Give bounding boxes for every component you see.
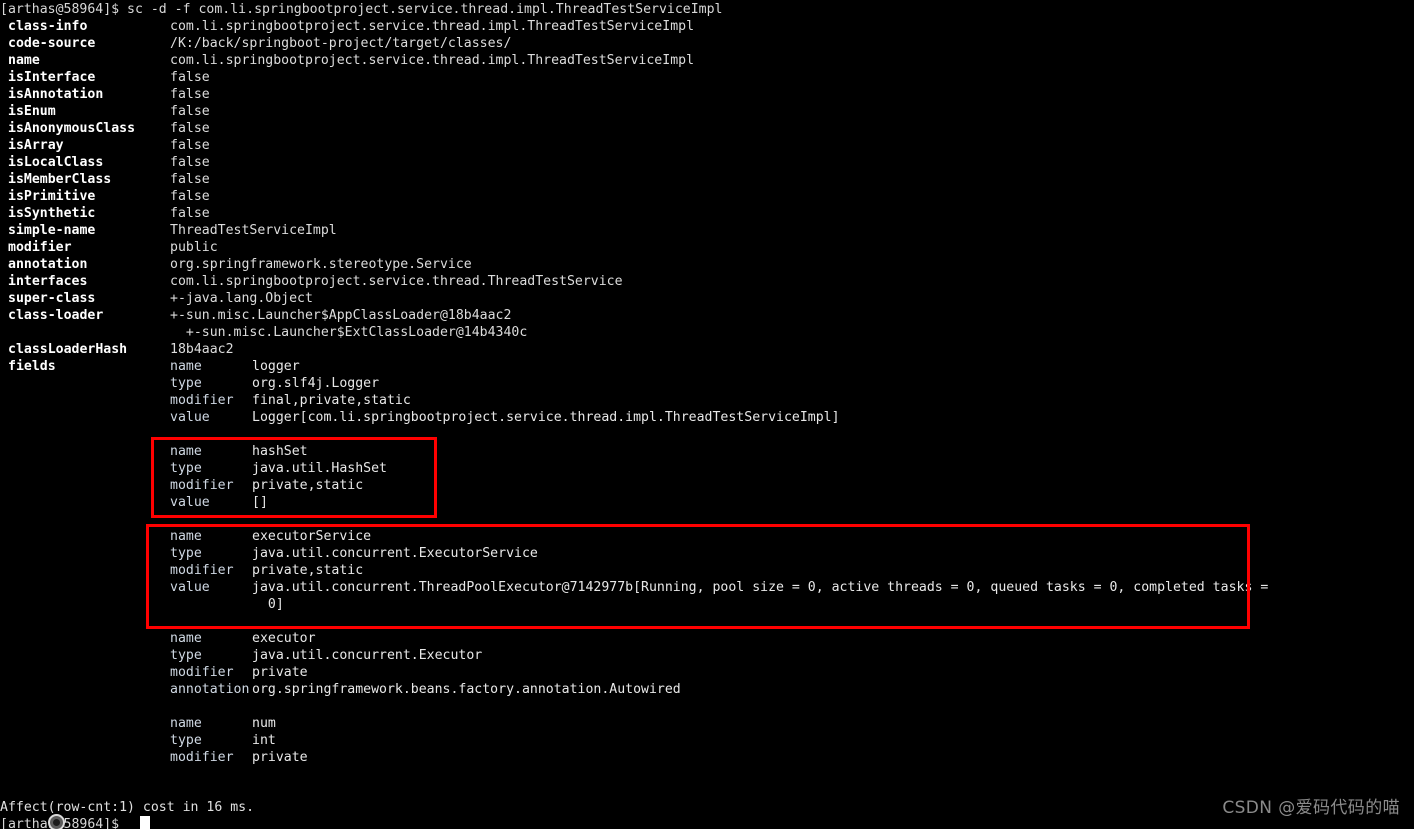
field-value: org.springframework.beans.factory.annota… <box>252 682 681 697</box>
class-info-value: com.li.springbootproject.service.thread.… <box>170 19 695 34</box>
field-key: name <box>170 444 202 459</box>
class-info-value: false <box>170 155 210 170</box>
field-value: private,static <box>252 478 364 493</box>
class-info-value: com.li.springbootproject.service.thread.… <box>170 53 695 68</box>
class-info-key: code-source <box>8 36 96 51</box>
field-key: value <box>170 580 210 595</box>
field-value: [] <box>252 495 268 510</box>
field-key: modifier <box>170 563 234 578</box>
field-value: int <box>252 733 276 748</box>
class-info-value: ThreadTestServiceImpl <box>170 223 337 238</box>
field-value: Logger[com.li.springbootproject.service.… <box>252 410 840 425</box>
class-info-key: name <box>8 53 40 68</box>
class-info-value: false <box>170 87 210 102</box>
field-value: executor <box>252 631 316 646</box>
field-value: 0] <box>252 597 284 612</box>
terminal-window[interactable]: [arthas@58964]$ sc -d -f com.li.springbo… <box>0 0 1414 829</box>
field-key: name <box>170 631 202 646</box>
class-info-value: /K:/back/springboot-project/target/class… <box>170 36 512 51</box>
field-key: value <box>170 495 210 510</box>
field-key: name <box>170 359 202 374</box>
app-badge-icon <box>48 814 65 829</box>
class-info-value: false <box>170 70 210 85</box>
class-info-value: false <box>170 121 210 136</box>
field-key: value <box>170 410 210 425</box>
class-info-value: false <box>170 206 210 221</box>
field-key: modifier <box>170 665 234 680</box>
field-value: private <box>252 750 308 765</box>
csdn-watermark: CSDN @爱码代码的喵 <box>1222 798 1400 818</box>
field-value: logger <box>252 359 300 374</box>
class-info-key: class-loader <box>8 308 104 323</box>
field-value: private <box>252 665 308 680</box>
class-info-key: modifier <box>8 240 72 255</box>
class-info-key: simple-name <box>8 223 96 238</box>
field-value: private,static <box>252 563 364 578</box>
field-key: modifier <box>170 393 234 408</box>
field-value: java.util.concurrent.ExecutorService <box>252 546 538 561</box>
field-key: name <box>170 529 202 544</box>
field-value: final,private,static <box>252 393 411 408</box>
field-value: java.util.HashSet <box>252 461 387 476</box>
class-info-key: class-info <box>8 19 88 34</box>
class-info-key: fields <box>8 359 56 374</box>
class-info-value: public <box>170 240 218 255</box>
class-info-key: isArray <box>8 138 64 153</box>
field-key: modifier <box>170 478 234 493</box>
field-key: type <box>170 461 202 476</box>
class-info-key: isInterface <box>8 70 96 85</box>
class-info-value: 18b4aac2 <box>170 342 234 357</box>
class-info-key: isLocalClass <box>8 155 104 170</box>
class-info-value: +-sun.misc.Launcher$AppClassLoader@18b4a… <box>170 308 512 323</box>
class-info-key: isMemberClass <box>8 172 112 187</box>
field-key: name <box>170 716 202 731</box>
terminal-cursor <box>140 816 150 829</box>
field-key: type <box>170 733 202 748</box>
field-value: num <box>252 716 276 731</box>
class-info-key: classLoaderHash <box>8 342 128 357</box>
class-info-key: annotation <box>8 257 88 272</box>
field-value: java.util.concurrent.Executor <box>252 648 483 663</box>
class-info-value: +-java.lang.Object <box>170 291 313 306</box>
class-info-value: com.li.springbootproject.service.thread.… <box>170 274 623 289</box>
class-info-key: interfaces <box>8 274 88 289</box>
field-key: annotation <box>170 682 250 697</box>
class-info-key: isAnnotation <box>8 87 104 102</box>
field-value: hashSet <box>252 444 308 459</box>
field-value: executorService <box>252 529 372 544</box>
class-info-key: isEnum <box>8 104 56 119</box>
affect-status-line: Affect(row-cnt:1) cost in 16 ms. <box>0 800 255 815</box>
class-info-value: false <box>170 189 210 204</box>
class-info-value: false <box>170 104 210 119</box>
class-info-value: false <box>170 172 210 187</box>
class-info-value: +-sun.misc.Launcher$ExtClassLoader@14b43… <box>170 325 528 340</box>
class-info-key: isSynthetic <box>8 206 96 221</box>
field-key: type <box>170 376 202 391</box>
field-key: type <box>170 546 202 561</box>
field-value: org.slf4j.Logger <box>252 376 380 391</box>
class-info-key: super-class <box>8 291 96 306</box>
class-info-key: isAnonymousClass <box>8 121 136 136</box>
field-key: type <box>170 648 202 663</box>
command-prompt-line: [arthas@58964]$ sc -d -f com.li.springbo… <box>0 2 723 17</box>
field-value: java.util.concurrent.ThreadPoolExecutor@… <box>252 580 1269 595</box>
class-info-value: false <box>170 138 210 153</box>
field-key: modifier <box>170 750 234 765</box>
class-info-key: isPrimitive <box>8 189 96 204</box>
class-info-value: org.springframework.stereotype.Service <box>170 257 472 272</box>
